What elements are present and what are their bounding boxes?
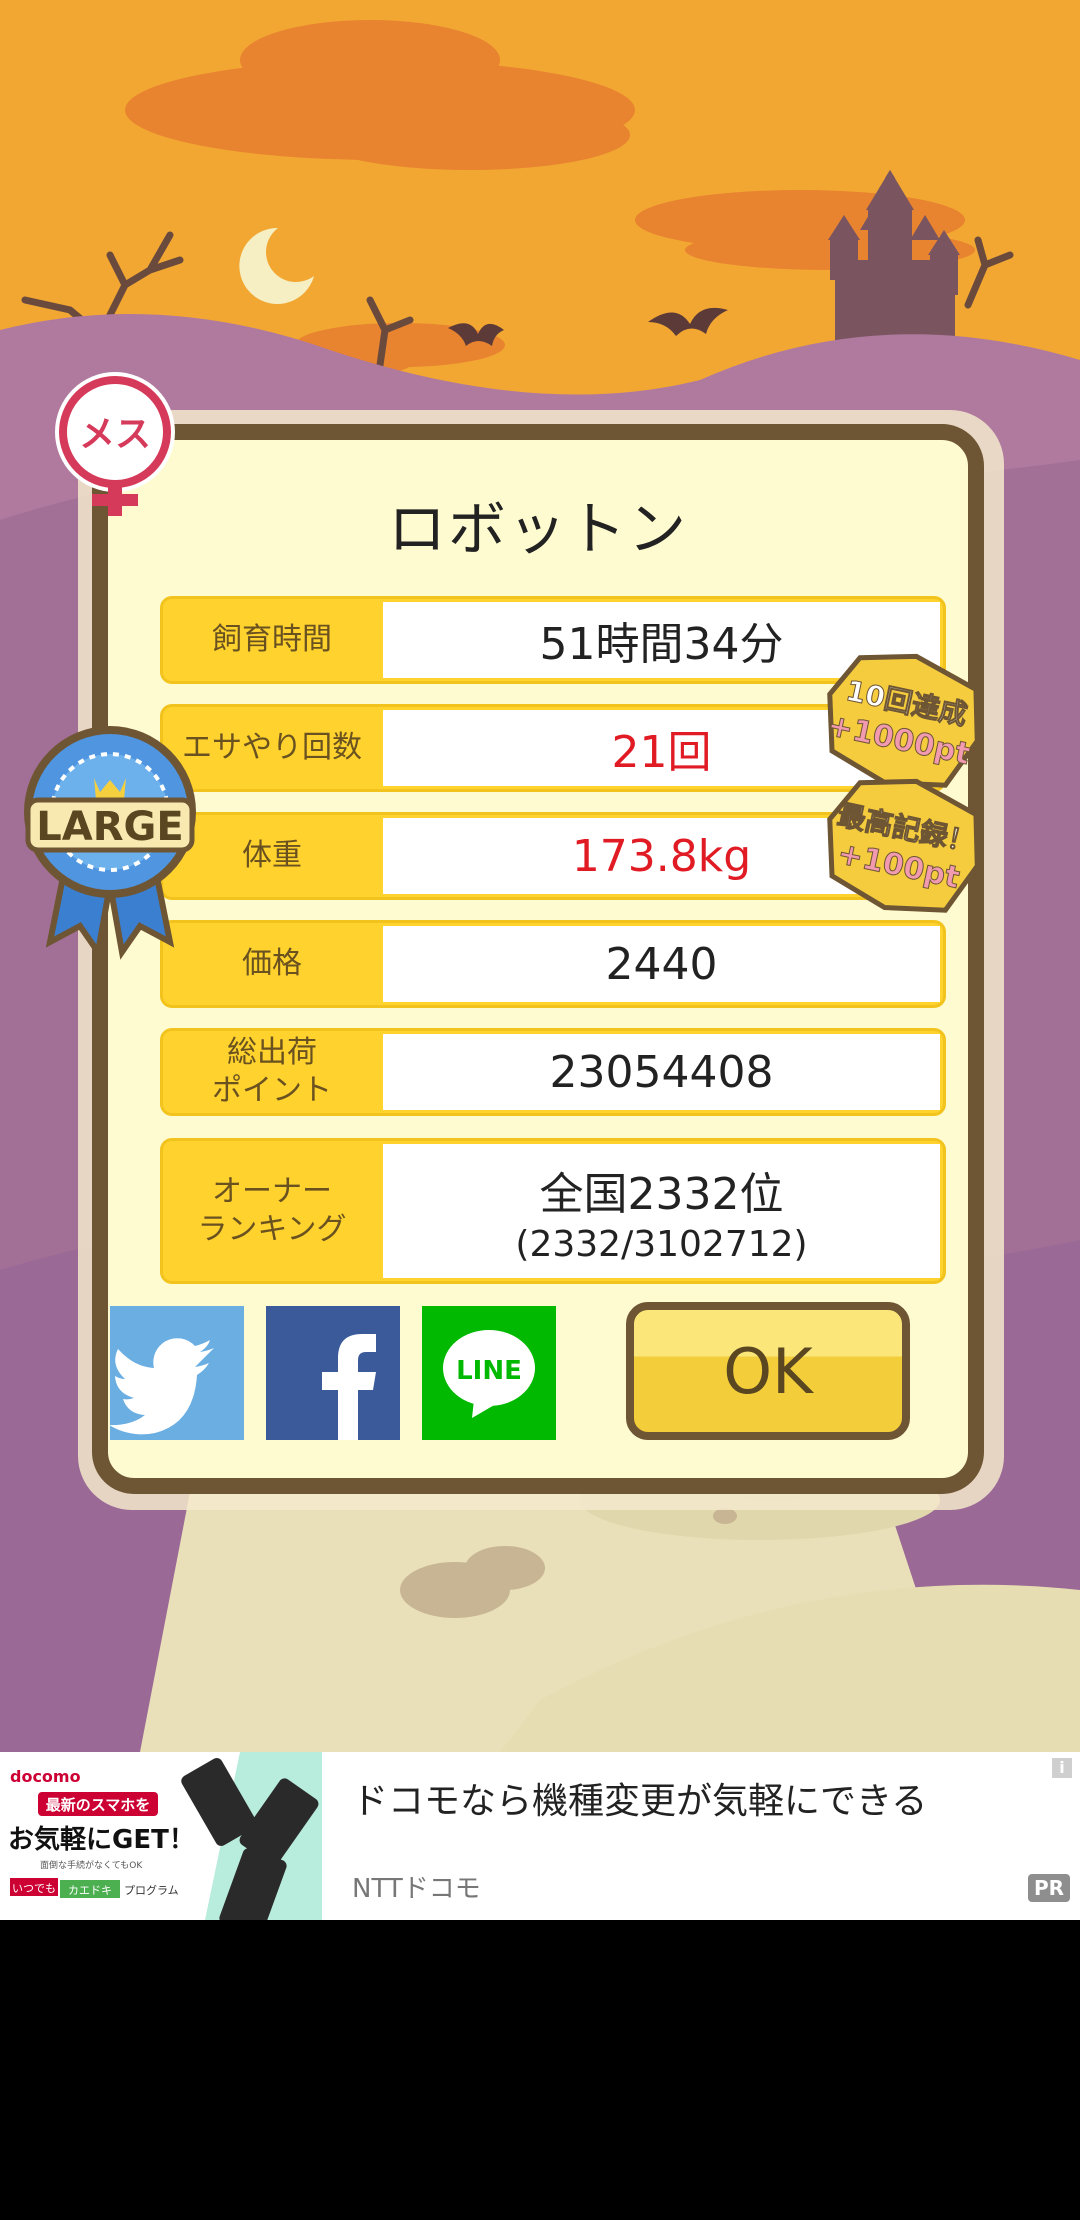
pet-name: ロボットン (387, 495, 688, 563)
svg-text:LARGE: LARGE (36, 804, 183, 850)
stat-label: オーナー ランキング (197, 1174, 347, 1247)
svg-text:面倒な手続がなくてもOK: 面倒な手続がなくてもOK (40, 1859, 143, 1871)
stat-label: 飼育時間 (212, 622, 332, 657)
ad-title[interactable]: ドコモなら機種変更が気軽にできる (352, 1772, 927, 1824)
twitter-bird-icon (109, 1338, 214, 1435)
svg-text:いつでも: いつでも (12, 1882, 56, 1895)
stat-row-total-shipping-points: 総出荷 ポイント 23054408 (160, 1028, 946, 1116)
ad-pr-badge: PR (1027, 1874, 1070, 1902)
achievement-badge-feeding: 10回達成 +1000pt (824, 653, 980, 788)
stat-label: 総出荷 ポイント (212, 1035, 332, 1108)
svg-text:LINE: LINE (456, 1356, 522, 1386)
ok-button[interactable]: OK (626, 1302, 910, 1440)
achievement-badges: 10回達成 +1000pt 最高記録！ +100pt (824, 653, 980, 913)
stat-row-owner-ranking: オーナー ランキング 全国2332位 (2332/3102712) (160, 1138, 946, 1284)
achievement-badge-record: 最高記録！ +100pt (827, 778, 980, 913)
ad-creative-image[interactable]: docomo 最新のスマホを お気軽にGET！ 面倒な手続がなくてもOK いつで… (0, 1752, 322, 1920)
svg-text:お気軽にGET！: お気軽にGET！ (8, 1824, 195, 1855)
svg-text:docomo: docomo (10, 1767, 81, 1786)
ad-info-icon[interactable]: i (1052, 1758, 1072, 1778)
ranking-detail: (2332/3102712) (515, 1223, 808, 1265)
stat-value-group: 全国2332位 (2332/3102712) (383, 1144, 940, 1278)
twitter-share-button[interactable] (109, 1306, 244, 1440)
large-size-ribbon-badge: LARGE (24, 726, 196, 960)
ad-creative-graphic: docomo 最新のスマホを お気軽にGET！ 面倒な手続がなくてもOK いつで… (0, 1752, 322, 1920)
stat-row-price: 価格 2440 (160, 920, 946, 1008)
svg-text:カエドキ: カエドキ (68, 1884, 112, 1897)
ad-banner[interactable]: docomo 最新のスマホを お気軽にGET！ 面倒な手続がなくてもOK いつで… (0, 1752, 1080, 1920)
stat-value: 2440 (383, 926, 940, 1002)
svg-text:最新のスマホを: 最新のスマホを (46, 1796, 151, 1814)
line-icon: LINE (443, 1330, 535, 1418)
stat-value: 23054408 (383, 1034, 940, 1110)
line-share-button[interactable]: LINE (422, 1306, 556, 1440)
svg-text:メス: メス (79, 414, 151, 455)
ad-advertiser: NTTドコモ (352, 1874, 481, 1904)
ranking-value: 全国2332位 (539, 1168, 784, 1220)
facebook-share-button[interactable] (266, 1306, 400, 1440)
result-dialog: ロボットン 飼育時間 51時間34分 エサやり回数 21回 体重 173.8kg… (92, 424, 984, 1494)
svg-text:プログラム: プログラム (124, 1883, 179, 1897)
female-gender-badge: メス (55, 372, 175, 516)
facebook-icon (322, 1334, 376, 1440)
